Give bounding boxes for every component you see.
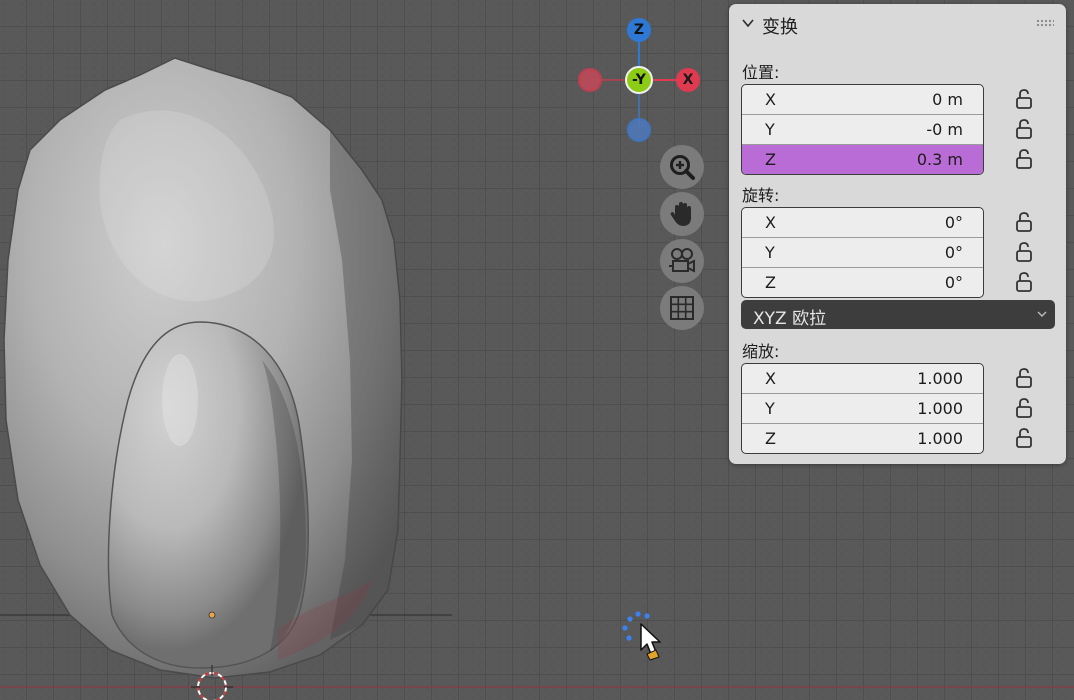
lock-rotation-x-icon[interactable] <box>1015 211 1033 233</box>
location-z-field[interactable]: Z 0.3 m <box>742 145 983 174</box>
rotation-y-field[interactable]: Y 0° <box>742 238 983 268</box>
pan-button[interactable] <box>660 192 704 236</box>
gizmo-z-label: Z <box>633 22 645 38</box>
field-axis-label: Y <box>765 120 775 139</box>
chevron-down-icon[interactable] <box>741 16 755 30</box>
camera-view-button[interactable] <box>660 239 704 283</box>
gizmo-z-axis[interactable]: Z <box>627 18 651 42</box>
lock-scale-x-icon[interactable] <box>1015 367 1033 389</box>
transform-panel: 变换 位置: X 0 m Y -0 m Z 0.3 m 旋转: X 0° Y 0… <box>729 4 1066 464</box>
field-axis-label: X <box>765 369 776 388</box>
rotation-mode-dropdown[interactable]: XYZ 欧拉 <box>741 300 1055 329</box>
gizmo-neg-x-axis[interactable] <box>578 68 602 92</box>
location-y-field[interactable]: Y -0 m <box>742 115 983 145</box>
gizmo-x-label: X <box>682 72 694 88</box>
field-axis-label: Z <box>765 273 776 292</box>
navigation-gizmo[interactable]: Z -Y X <box>570 10 710 150</box>
scale-x-field[interactable]: X 1.000 <box>742 364 983 394</box>
scale-y-field[interactable]: Y 1.000 <box>742 394 983 424</box>
pan-hand-icon <box>670 202 691 226</box>
field-value: 0° <box>944 273 963 292</box>
3d-viewport[interactable]: Z -Y X 变换 位置: X 0 m Y -0 m Z 0.3 m 旋转: X… <box>0 0 1074 700</box>
rotation-fields: X 0° Y 0° Z 0° <box>741 207 984 298</box>
gizmo-neg-z-axis[interactable] <box>627 118 651 142</box>
lock-scale-z-icon[interactable] <box>1015 427 1033 449</box>
field-value: 1.000 <box>917 369 963 388</box>
panel-title: 变换 <box>762 17 798 38</box>
location-x-field[interactable]: X 0 m <box>742 85 983 115</box>
field-value: 0° <box>944 213 963 232</box>
zoom-icon <box>670 155 695 180</box>
gizmo-x-axis[interactable]: X <box>676 68 700 92</box>
zoom-button[interactable] <box>660 145 704 189</box>
rotation-x-field[interactable]: X 0° <box>742 208 983 238</box>
gizmo-neg-y-label: -Y <box>632 72 646 88</box>
loading-spinner-icon <box>622 611 661 661</box>
rotation-z-field[interactable]: Z 0° <box>742 268 983 297</box>
chevron-down-icon <box>1037 311 1047 317</box>
busy-cursor <box>620 610 668 664</box>
scale-label: 缩放: <box>742 342 780 361</box>
gizmo-neg-y-axis[interactable]: -Y <box>625 66 653 94</box>
rotation-mode-value: XYZ 欧拉 <box>753 309 827 329</box>
transform-panel-header[interactable]: 变换 <box>729 4 1066 42</box>
scale-z-field[interactable]: Z 1.000 <box>742 424 983 453</box>
rotation-label: 旋转: <box>742 186 780 205</box>
lock-location-x-icon[interactable] <box>1015 88 1033 110</box>
lock-location-z-icon[interactable] <box>1015 148 1033 170</box>
location-fields: X 0 m Y -0 m Z 0.3 m <box>741 84 984 175</box>
scale-fields: X 1.000 Y 1.000 Z 1.000 <box>741 363 984 454</box>
toggle-projection-button[interactable] <box>660 286 704 330</box>
field-value: -0 m <box>926 120 963 139</box>
field-axis-label: Y <box>765 243 775 262</box>
field-axis-label: X <box>765 213 776 232</box>
field-value: 1.000 <box>917 429 963 448</box>
grid-icon <box>670 296 694 320</box>
field-axis-label: Z <box>765 429 776 448</box>
field-value: 1.000 <box>917 399 963 418</box>
field-axis-label: X <box>765 90 776 109</box>
field-axis-label: Y <box>765 399 775 418</box>
lock-scale-y-icon[interactable] <box>1015 397 1033 419</box>
object-origin-dot <box>208 611 216 619</box>
camera-icon <box>669 248 695 273</box>
field-axis-label: Z <box>765 150 776 169</box>
field-value: 0 m <box>932 90 963 109</box>
field-value: 0.3 m <box>916 150 963 169</box>
location-label: 位置: <box>742 63 780 82</box>
lock-rotation-y-icon[interactable] <box>1015 241 1033 263</box>
lock-location-y-icon[interactable] <box>1015 118 1033 140</box>
drag-grip-icon[interactable] <box>1036 19 1054 27</box>
lock-rotation-z-icon[interactable] <box>1015 271 1033 293</box>
field-value: 0° <box>944 243 963 262</box>
